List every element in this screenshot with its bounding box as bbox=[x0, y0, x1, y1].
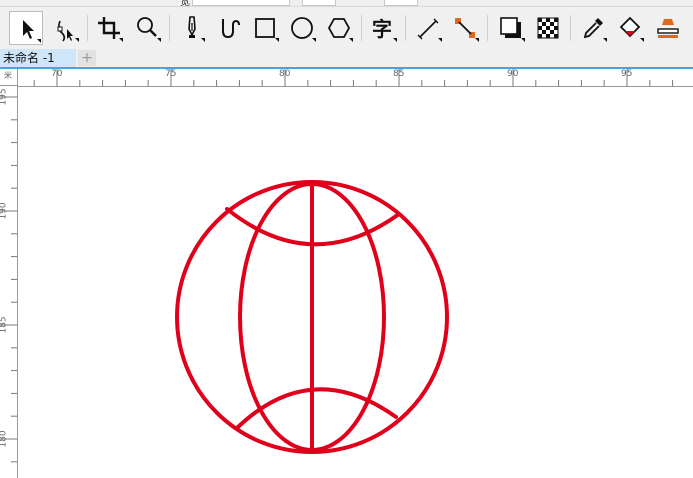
drop-shadow-tool[interactable] bbox=[494, 11, 528, 45]
globe-drawing[interactable] bbox=[18, 87, 693, 478]
dimension-tool[interactable] bbox=[411, 11, 445, 45]
pen-nib-icon bbox=[188, 16, 205, 42]
toolbox: 字 bbox=[0, 7, 693, 49]
color-eyedropper-tool[interactable] bbox=[576, 11, 610, 45]
artistic-media-tool[interactable] bbox=[212, 11, 246, 45]
connector-icon bbox=[455, 18, 479, 42]
height-field[interactable] bbox=[302, 0, 336, 6]
vertical-ruler[interactable]: 195 190 185 180 bbox=[0, 86, 18, 478]
zoom-tool[interactable] bbox=[130, 11, 164, 45]
ruler-tick-label: 190 bbox=[0, 202, 9, 220]
rectangle-icon bbox=[255, 18, 279, 42]
brush-curve-icon bbox=[222, 19, 240, 39]
horizontal-ruler-ticks bbox=[33, 69, 674, 86]
magnifier-icon bbox=[137, 17, 161, 42]
add-tab-button[interactable]: + bbox=[78, 50, 96, 66]
vertical-ruler-ticks bbox=[0, 96, 17, 463]
drawing-canvas[interactable] bbox=[18, 87, 693, 478]
ruler-unit-label: 米 bbox=[4, 71, 12, 80]
property-bar: 宽 bbox=[0, 0, 693, 7]
ruler-tick-label: 70 bbox=[51, 69, 63, 79]
crop-tool[interactable] bbox=[92, 11, 126, 45]
ruler-tick-label: 185 bbox=[0, 316, 9, 334]
rectangle-tool[interactable] bbox=[248, 11, 282, 45]
ellipse-icon bbox=[291, 17, 316, 42]
interactive-fill-tool[interactable] bbox=[613, 11, 647, 45]
ruler-tick-label: 195 bbox=[0, 88, 9, 106]
document-tab-strip: 未命名 -1 + bbox=[0, 49, 693, 69]
ruler-corner[interactable]: 米 bbox=[0, 69, 18, 86]
ruler-tick-label: 85 bbox=[393, 69, 405, 79]
ruler-tick-label: 180 bbox=[0, 430, 9, 448]
checkerboard-icon bbox=[537, 17, 559, 39]
svg-text:字: 字 bbox=[372, 17, 392, 41]
eyedropper-icon bbox=[583, 18, 607, 42]
pick-tool[interactable] bbox=[9, 11, 43, 45]
ruler-tick-label: 95 bbox=[621, 69, 633, 79]
parallel-dimension-icon bbox=[417, 18, 442, 42]
polygon-tool[interactable] bbox=[322, 11, 356, 45]
smart-fill-icon bbox=[657, 19, 679, 38]
freehand-tool[interactable] bbox=[174, 11, 208, 45]
ellipse-tool[interactable] bbox=[285, 11, 319, 45]
text-glyph-icon: 字 bbox=[372, 17, 397, 42]
shape-tool[interactable] bbox=[48, 11, 82, 45]
ruler-tick-label: 90 bbox=[507, 69, 519, 79]
hexagon-icon bbox=[327, 18, 353, 42]
transparency-tool[interactable] bbox=[531, 11, 565, 45]
paint-bucket-icon bbox=[619, 16, 644, 42]
width-field[interactable] bbox=[192, 0, 290, 6]
angle-field[interactable] bbox=[384, 0, 418, 6]
property-label: 宽 bbox=[180, 0, 190, 7]
horizontal-ruler[interactable]: 70 75 80 85 90 95 bbox=[18, 69, 693, 87]
ruler-tick-label: 80 bbox=[279, 69, 291, 79]
document-tab-active[interactable]: 未命名 -1 bbox=[0, 49, 76, 67]
connector-tool[interactable] bbox=[448, 11, 482, 45]
node-edit-icon bbox=[57, 20, 79, 42]
drop-shadow-icon bbox=[500, 17, 525, 42]
ruler-tick-label: 75 bbox=[165, 69, 177, 79]
text-tool[interactable]: 字 bbox=[366, 11, 400, 45]
crop-icon bbox=[98, 17, 123, 42]
smart-fill-tool[interactable] bbox=[650, 11, 684, 45]
arrow-pointer-icon bbox=[23, 20, 41, 43]
